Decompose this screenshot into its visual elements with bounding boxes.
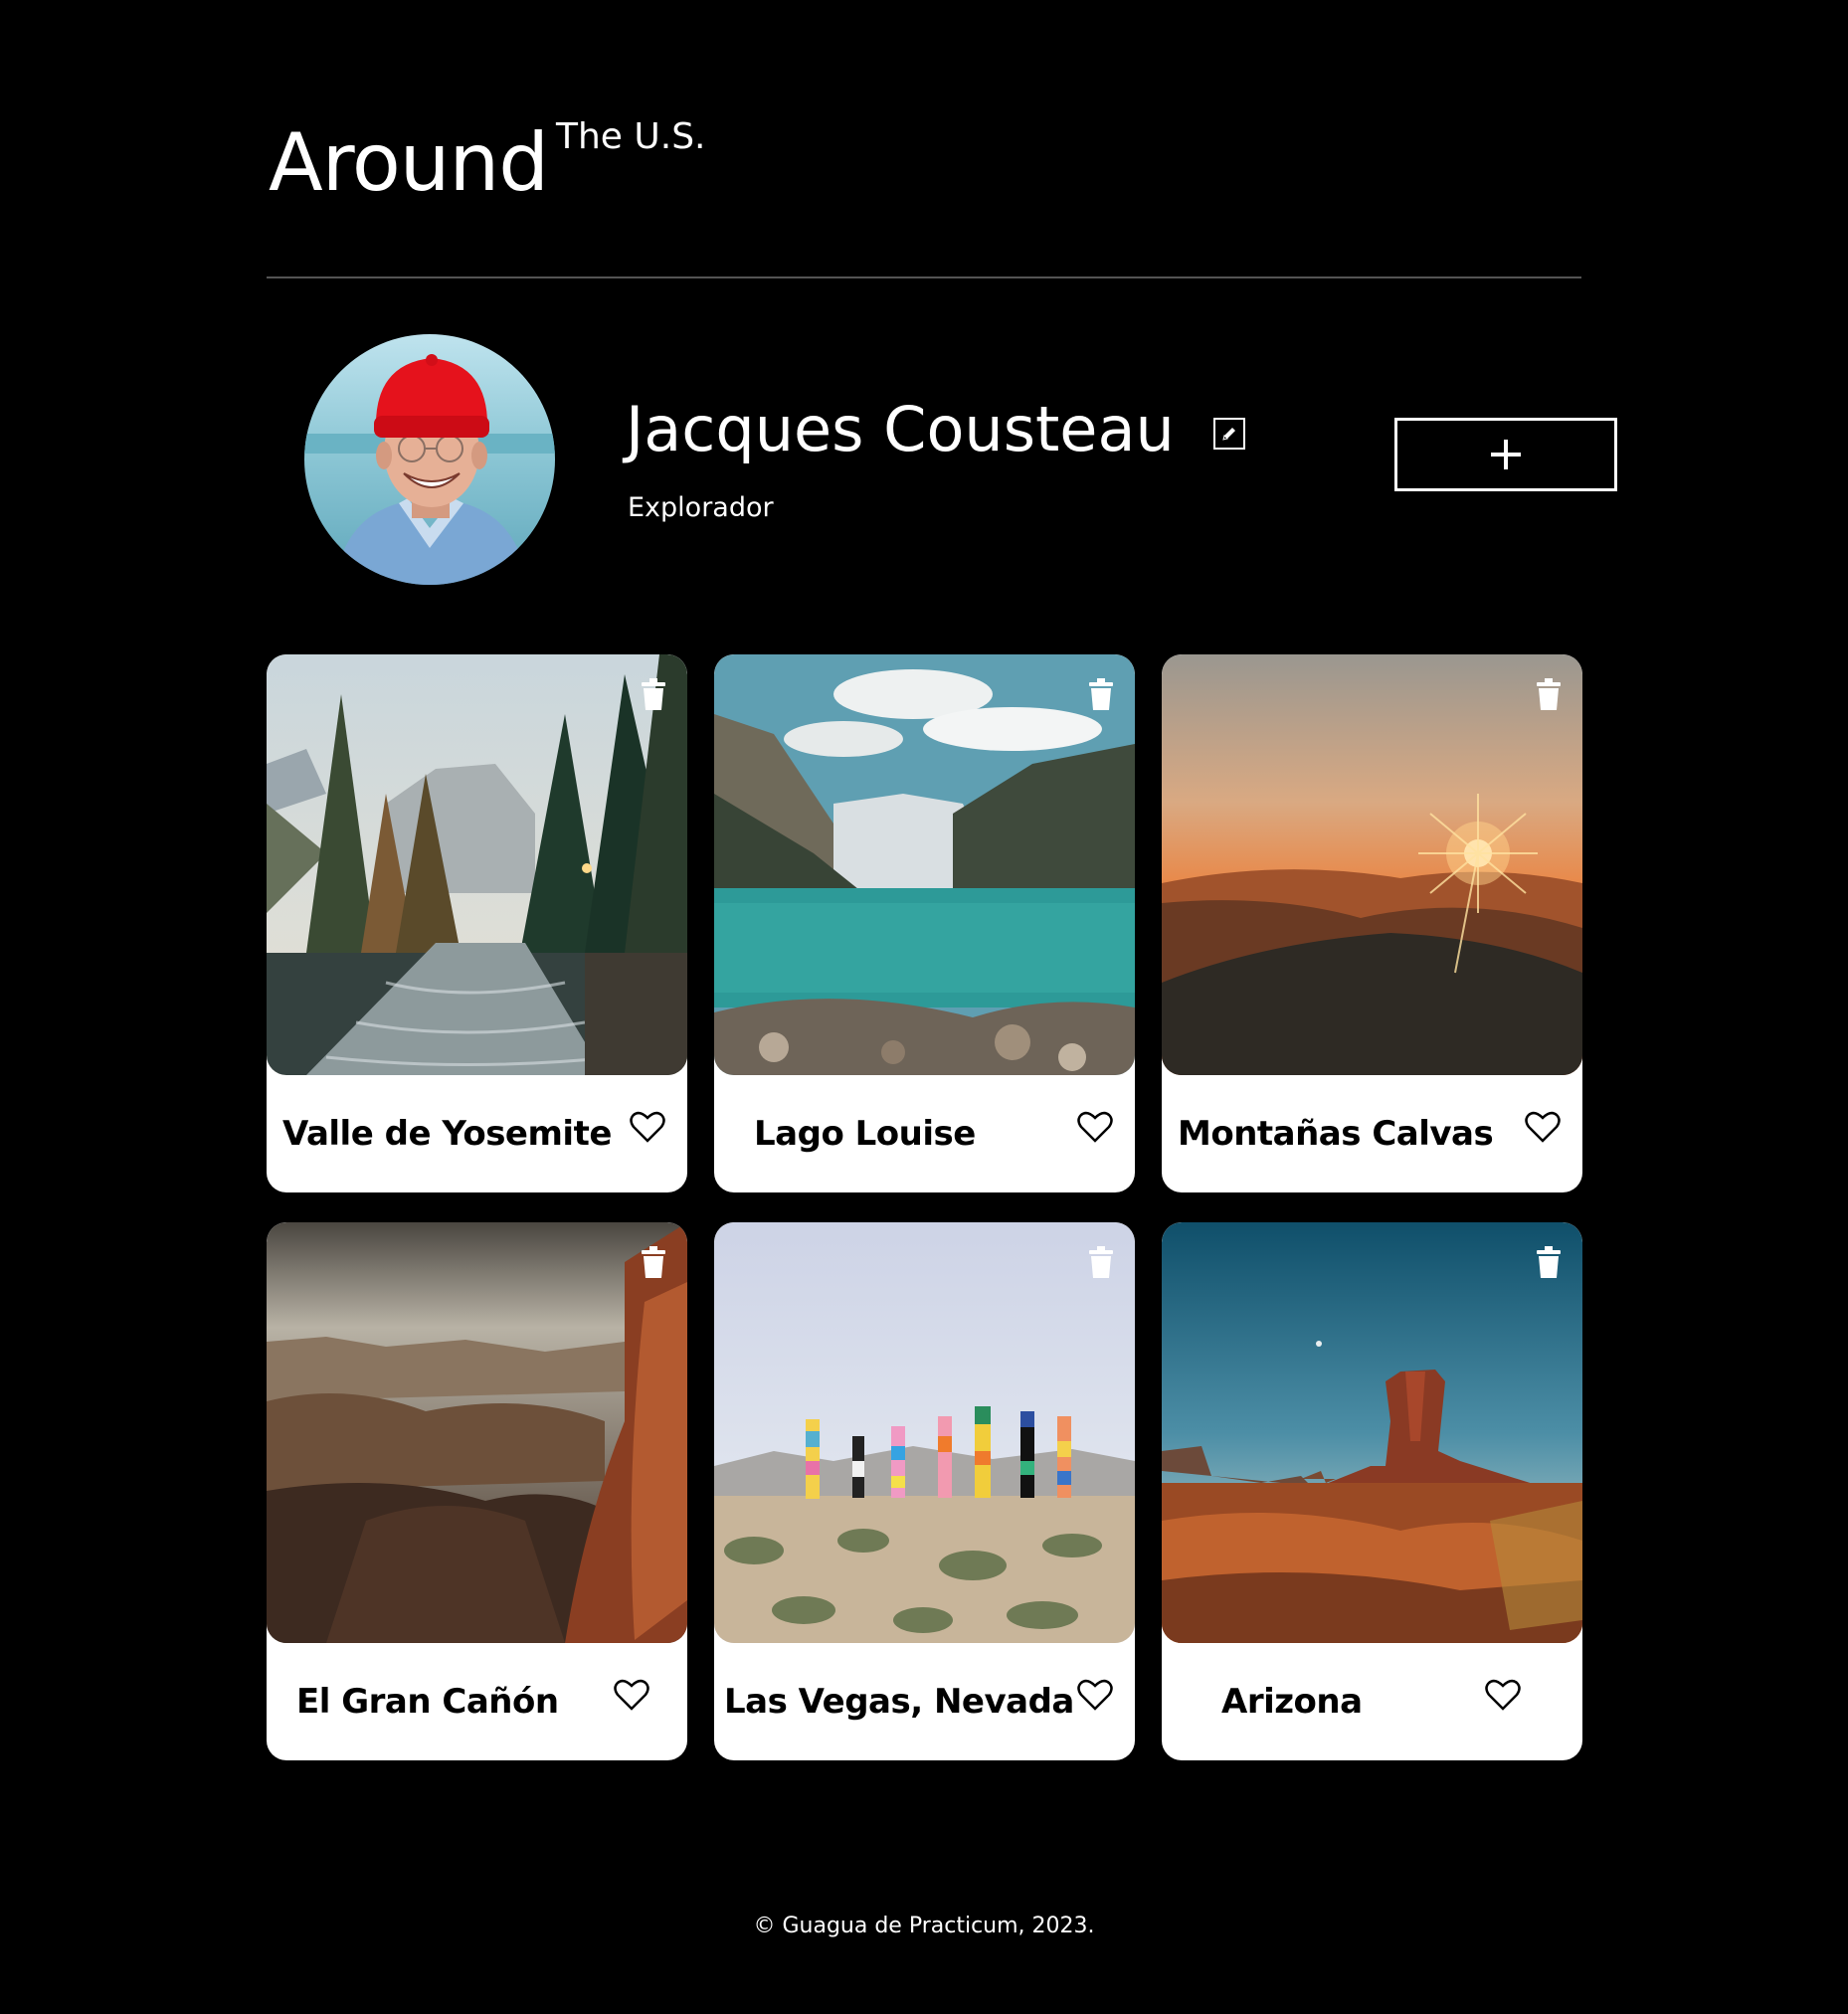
card-image[interactable] bbox=[714, 1222, 1135, 1643]
card-image[interactable] bbox=[267, 654, 687, 1075]
cards-grid: Valle de Yosemite Lago Louise Montañas C… bbox=[267, 654, 1582, 1760]
card-image[interactable] bbox=[1162, 654, 1582, 1075]
trash-icon[interactable] bbox=[640, 1246, 667, 1278]
footer: © Guagua de Practicum, 2023. bbox=[0, 1912, 1848, 1941]
trash-icon[interactable] bbox=[1087, 678, 1115, 710]
card: Valle de Yosemite bbox=[267, 654, 687, 1192]
logo-main-text: Around bbox=[269, 116, 549, 209]
profile-name: Jacques Cousteau bbox=[626, 393, 1175, 465]
pencil-icon bbox=[1222, 428, 1235, 441]
profile-job: Explorador bbox=[628, 492, 774, 523]
add-card-button[interactable] bbox=[1394, 418, 1617, 491]
card: El Gran Cañón bbox=[267, 1222, 687, 1760]
card: Lago Louise bbox=[714, 654, 1135, 1192]
like-heart-icon[interactable] bbox=[1077, 1110, 1113, 1144]
edit-profile-button[interactable] bbox=[1213, 418, 1245, 450]
trash-icon[interactable] bbox=[1535, 1246, 1563, 1278]
like-heart-icon[interactable] bbox=[1485, 1678, 1521, 1712]
card-image[interactable] bbox=[267, 1222, 687, 1643]
page: Around The U.S. Jacques Cousteau Explora… bbox=[267, 0, 1617, 1760]
trash-icon[interactable] bbox=[1087, 1246, 1115, 1278]
card-title: Montañas Calvas bbox=[1178, 1114, 1494, 1154]
card-title: Arizona bbox=[1221, 1682, 1363, 1722]
card-image[interactable] bbox=[1162, 1222, 1582, 1643]
logo-superscript: The U.S. bbox=[556, 116, 706, 157]
card: Arizona bbox=[1162, 1222, 1582, 1760]
card: Las Vegas, Nevada bbox=[714, 1222, 1135, 1760]
card-title: Valle de Yosemite bbox=[282, 1114, 612, 1154]
plus-icon bbox=[1491, 440, 1521, 469]
like-heart-icon[interactable] bbox=[1077, 1678, 1113, 1712]
trash-icon[interactable] bbox=[1535, 678, 1563, 710]
like-heart-icon[interactable] bbox=[630, 1110, 665, 1144]
header: Around The U.S. bbox=[267, 0, 1581, 278]
logo: Around The U.S. bbox=[269, 117, 706, 209]
card-title: El Gran Cañón bbox=[296, 1682, 559, 1722]
card: Montañas Calvas bbox=[1162, 654, 1582, 1192]
profile: Jacques Cousteau Explorador bbox=[304, 334, 1617, 587]
avatar[interactable] bbox=[304, 334, 555, 585]
trash-icon[interactable] bbox=[640, 678, 667, 710]
card-title: Lago Louise bbox=[754, 1114, 976, 1154]
card-image[interactable] bbox=[714, 654, 1135, 1075]
card-title: Las Vegas, Nevada bbox=[724, 1682, 1074, 1722]
footer-copyright: © Guagua de Practicum, 2023. bbox=[753, 1914, 1095, 1938]
like-heart-icon[interactable] bbox=[1525, 1110, 1561, 1144]
like-heart-icon[interactable] bbox=[614, 1678, 649, 1712]
